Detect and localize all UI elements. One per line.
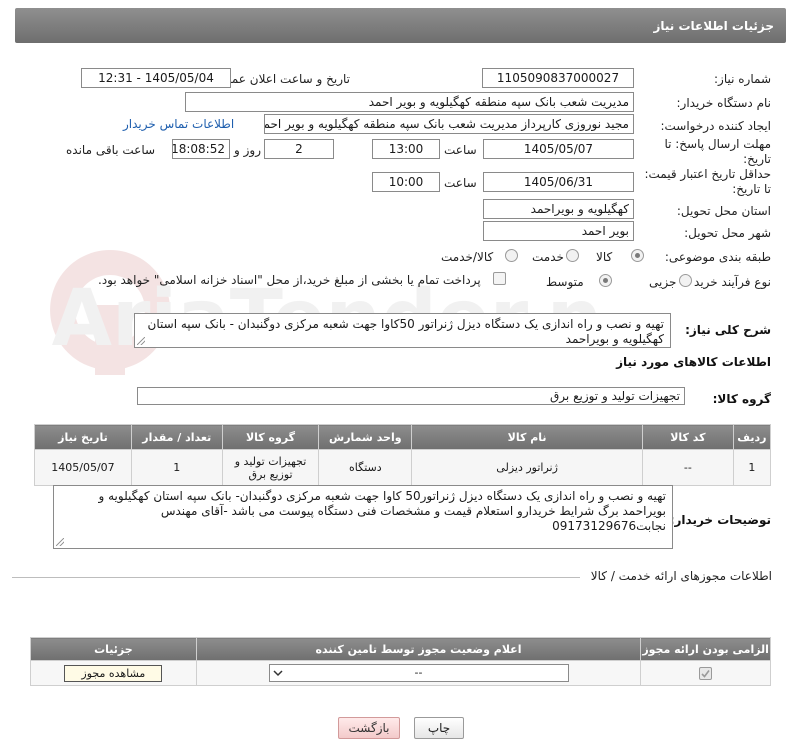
description-text: تهیه و نصب و راه اندازی یک دستگاه دیزل ژ… bbox=[147, 317, 664, 346]
remaining-label: ساعت باقی مانده bbox=[66, 143, 156, 157]
col-date: تاریخ نیاز bbox=[34, 424, 132, 450]
send-deadline-time: 13:00 bbox=[372, 139, 440, 159]
send-deadline-label-line1: مهلت ارسال پاسخ: تا bbox=[664, 137, 771, 151]
price-validity-date: 1405/06/31 bbox=[483, 172, 634, 192]
check-icon bbox=[701, 670, 710, 678]
goods-section-title: اطلاعات کالاهای مورد نیاز bbox=[616, 355, 771, 369]
col-permit-details: جزئیات bbox=[30, 637, 197, 661]
category-option-goods: کالا bbox=[596, 250, 613, 264]
permit-status-select[interactable]: -- bbox=[268, 664, 569, 682]
description-label: شرح کلی نیاز: bbox=[685, 323, 771, 337]
col-permit-required: الزامی بودن ارائه مجوز bbox=[640, 637, 771, 661]
cell-qty: 1 bbox=[130, 449, 223, 486]
page-title: جزئیات اطلاعات نیاز bbox=[653, 19, 774, 33]
col-name: نام کالا bbox=[411, 424, 644, 450]
permit-status-value: -- bbox=[414, 666, 423, 679]
cell-unit: دستگاه bbox=[318, 449, 413, 486]
treasury-note: پرداخت تمام یا بخشی از مبلغ خرید،از محل … bbox=[98, 273, 481, 287]
send-deadline-label-line2: تاریخ: bbox=[743, 152, 771, 166]
resize-grip-icon[interactable] bbox=[137, 337, 145, 345]
buyer-contact-link[interactable]: اطلاعات تماس خریدار bbox=[123, 117, 234, 131]
price-validity-time: 10:00 bbox=[372, 172, 440, 192]
delivery-province-label: استان محل تحویل: bbox=[676, 204, 771, 218]
delivery-city-field: بویر احمد bbox=[483, 221, 634, 241]
col-permit-status: اعلام وضعیت مجوز توسط تامین کننده bbox=[195, 637, 642, 661]
purchase-type-option-minor: جزیی bbox=[649, 275, 677, 289]
view-permit-button[interactable]: مشاهده مجوز bbox=[64, 664, 163, 682]
cell-name: ژنراتور دیزلی bbox=[411, 449, 644, 486]
remaining-days: 2 bbox=[264, 139, 334, 159]
col-unit: واحد شمارش bbox=[318, 424, 413, 450]
table-row: -- مشاهده مجوز bbox=[30, 660, 771, 686]
price-validity-label: حداقل تاریخ اعتبار قیمت: تا تاریخ: bbox=[644, 167, 771, 197]
permit-required-cell bbox=[640, 660, 771, 686]
resize-grip-icon[interactable] bbox=[56, 538, 64, 546]
table-row: 1 -- ژنراتور دیزلی دستگاه تجهیزات تولید … bbox=[34, 449, 772, 486]
purchase-type-option-medium: متوسط bbox=[546, 275, 584, 289]
permits-table: الزامی بودن ارائه مجوز اعلام وضعیت مجوز … bbox=[30, 637, 771, 686]
price-validity-time-label: ساعت bbox=[444, 176, 477, 190]
category-option-goods-service: کالا/خدمت bbox=[441, 250, 494, 264]
category-label: طبقه بندی موضوعی: bbox=[664, 250, 771, 264]
goods-group-label: گروه کالا: bbox=[712, 392, 771, 406]
buyer-notes-label: توضیحات خریدار: bbox=[669, 513, 771, 527]
category-option-service: خدمت bbox=[532, 250, 564, 264]
purchase-type-radio-minor[interactable] bbox=[679, 274, 692, 287]
treasury-checkbox[interactable] bbox=[493, 272, 506, 285]
cell-code: -- bbox=[642, 449, 734, 486]
price-validity-label-line1: حداقل تاریخ اعتبار قیمت: bbox=[644, 167, 771, 181]
send-deadline-label: مهلت ارسال پاسخ: تا تاریخ: bbox=[664, 137, 771, 167]
cell-date: 1405/05/07 bbox=[34, 449, 132, 486]
panel-header: جزئیات اطلاعات نیاز bbox=[15, 8, 786, 43]
col-group: گروه کالا bbox=[221, 424, 320, 450]
col-qty: تعداد / مقدار bbox=[130, 424, 223, 450]
buyer-org-field: مدیریت شعب بانک سپه منطقه کهگیلویه و بوی… bbox=[185, 92, 634, 112]
col-code: کد کالا bbox=[642, 424, 734, 450]
send-deadline-date: 1405/05/07 bbox=[483, 139, 634, 159]
delivery-city-label: شهر محل تحویل: bbox=[684, 226, 771, 240]
buyer-notes-textarea[interactable]: تهیه و نصب و راه اندازی یک دستگاه دیزل ژ… bbox=[53, 485, 673, 549]
announce-datetime-field: 1405/05/04 - 12:31 bbox=[81, 68, 231, 88]
chevron-down-icon bbox=[272, 670, 283, 677]
requester-field: مجید نوروزی کارپرداز مدیریت شعب بانک سپه… bbox=[264, 114, 634, 134]
need-number-field: 1105090837000027 bbox=[482, 68, 634, 88]
goods-table: ردیف کد کالا نام کالا واحد شمارش گروه کا… bbox=[34, 424, 772, 486]
buyer-notes-text: تهیه و نصب و راه اندازی یک دستگاه دیزل ژ… bbox=[98, 489, 666, 533]
category-radio-goods[interactable] bbox=[631, 249, 644, 262]
permits-section-title: اطلاعات مجوزهای ارائه خدمت / کالا bbox=[590, 569, 772, 583]
send-deadline-time-label: ساعت bbox=[444, 143, 477, 157]
permit-status-cell: -- bbox=[195, 660, 642, 686]
days-label: روز و bbox=[234, 143, 261, 157]
permit-details-cell: مشاهده مجوز bbox=[30, 660, 197, 686]
back-button[interactable]: بازگشت bbox=[338, 717, 400, 739]
buyer-org-label: نام دستگاه خریدار: bbox=[676, 96, 772, 110]
category-radio-goods-service[interactable] bbox=[505, 249, 518, 262]
col-row: ردیف bbox=[732, 424, 772, 450]
goods-group-field: تجهیزات تولید و توزیع برق bbox=[137, 387, 685, 405]
description-textarea[interactable]: تهیه و نصب و راه اندازی یک دستگاه دیزل ژ… bbox=[134, 313, 671, 348]
cell-group: تجهیزات تولید و توزیع برق bbox=[221, 449, 320, 486]
category-radio-service[interactable] bbox=[566, 249, 579, 262]
price-validity-label-line2: تا تاریخ: bbox=[732, 182, 771, 196]
purchase-type-label: نوع فرآیند خرید : bbox=[686, 275, 771, 289]
remaining-time: 18:08:52 bbox=[172, 139, 230, 159]
need-number-label: شماره نیاز: bbox=[714, 72, 771, 86]
permit-required-checkbox bbox=[699, 667, 713, 680]
cell-row: 1 bbox=[732, 449, 772, 486]
delivery-province-field: کهگیلویه و بویراحمد bbox=[483, 199, 634, 219]
permits-divider bbox=[12, 577, 580, 578]
print-button[interactable]: چاپ bbox=[414, 717, 464, 739]
purchase-type-radio-medium[interactable] bbox=[599, 274, 612, 287]
requester-label: ایجاد کننده درخواست: bbox=[660, 119, 771, 133]
